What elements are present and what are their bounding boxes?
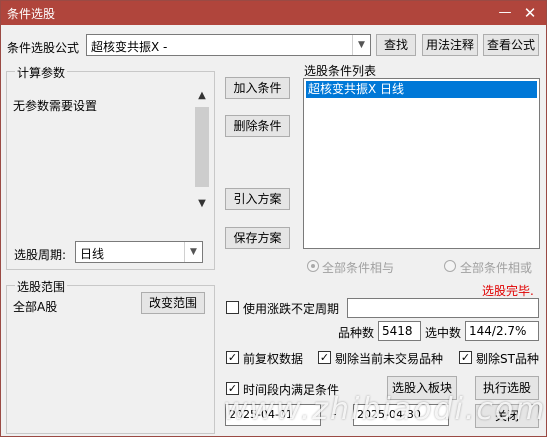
formula-value: 超核变共振X - [91, 40, 168, 54]
add-condition-button[interactable]: 加入条件 [225, 77, 290, 99]
stock-screener-window: 条件选股 — ✕ 条件选股公式 超核变共振X - ▼ 查找 用法注释 查看公式 … [0, 0, 547, 437]
list-item[interactable]: 超核变共振X 日线 [306, 81, 537, 98]
window-title: 条件选股 [7, 7, 56, 21]
use-indeterminate-label: 使用涨跌不定周期 [243, 302, 340, 316]
find-button[interactable]: 查找 [376, 34, 416, 56]
selected-value: 144/2.7% [469, 324, 527, 338]
period-select[interactable]: 日线 ▼ [75, 241, 203, 263]
period-value: 日线 [80, 247, 105, 261]
close-window-button[interactable]: ✕ [520, 3, 540, 23]
scrollbar-thumb[interactable] [195, 107, 209, 187]
chevron-up-icon[interactable]: ▲ [195, 89, 209, 103]
count-value: 5418 [382, 324, 413, 338]
scope-value: 全部A股 [13, 300, 58, 314]
save-scheme-button[interactable]: 保存方案 [225, 227, 290, 249]
watermark: www.zhibiaodi.com [223, 392, 547, 427]
indeterminate-input[interactable] [347, 298, 539, 318]
or-radio-label: 全部条件相或 [460, 261, 533, 275]
count-label: 品种数 [338, 326, 375, 340]
title-bar: 条件选股 — ✕ [1, 1, 546, 25]
formula-label: 条件选股公式 [7, 41, 80, 55]
import-scheme-button[interactable]: 引入方案 [225, 188, 290, 210]
and-radio[interactable] [307, 260, 319, 272]
formula-select[interactable]: 超核变共振X - ▼ [86, 34, 371, 56]
forward-adjust-checkbox[interactable]: ✓ [226, 351, 239, 364]
exclude-st-checkbox[interactable]: ✓ [459, 351, 472, 364]
selected-field: 144/2.7% [465, 321, 539, 341]
exclude-st-label: 剔除ST品种 [476, 352, 539, 366]
period-label: 选股周期: [14, 248, 67, 262]
view-formula-button[interactable]: 查看公式 [483, 34, 539, 56]
selected-label: 选中数 [425, 326, 462, 340]
usage-notes-button[interactable]: 用法注释 [422, 34, 478, 56]
forward-adjust-label: 前复权数据 [243, 352, 304, 366]
params-group-label: 计算参数 [15, 64, 68, 81]
status-text: 选股完毕. [482, 284, 534, 298]
scope-group-label: 选股范围 [15, 278, 68, 295]
chevron-down-icon[interactable]: ▼ [184, 242, 202, 262]
minimize-button[interactable]: — [495, 3, 515, 23]
exclude-nontrading-checkbox[interactable]: ✓ [318, 351, 331, 364]
exclude-nontrading-label: 剔除当前未交易品种 [335, 352, 444, 366]
params-scrollbar[interactable]: ▲ ▼ [194, 85, 210, 213]
chevron-down-icon[interactable]: ▼ [352, 35, 370, 55]
count-field: 5418 [378, 321, 421, 341]
params-message: 无参数需要设置 [13, 99, 98, 113]
delete-condition-button[interactable]: 删除条件 [225, 115, 290, 137]
or-radio[interactable] [444, 260, 456, 272]
condition-list-label: 选股条件列表 [304, 64, 377, 78]
and-radio-label: 全部条件相与 [322, 261, 395, 275]
condition-list[interactable]: 超核变共振X 日线 [303, 78, 540, 249]
chevron-down-icon[interactable]: ▼ [195, 197, 209, 211]
change-scope-button[interactable]: 改变范围 [141, 292, 205, 314]
use-indeterminate-checkbox[interactable] [226, 301, 239, 314]
